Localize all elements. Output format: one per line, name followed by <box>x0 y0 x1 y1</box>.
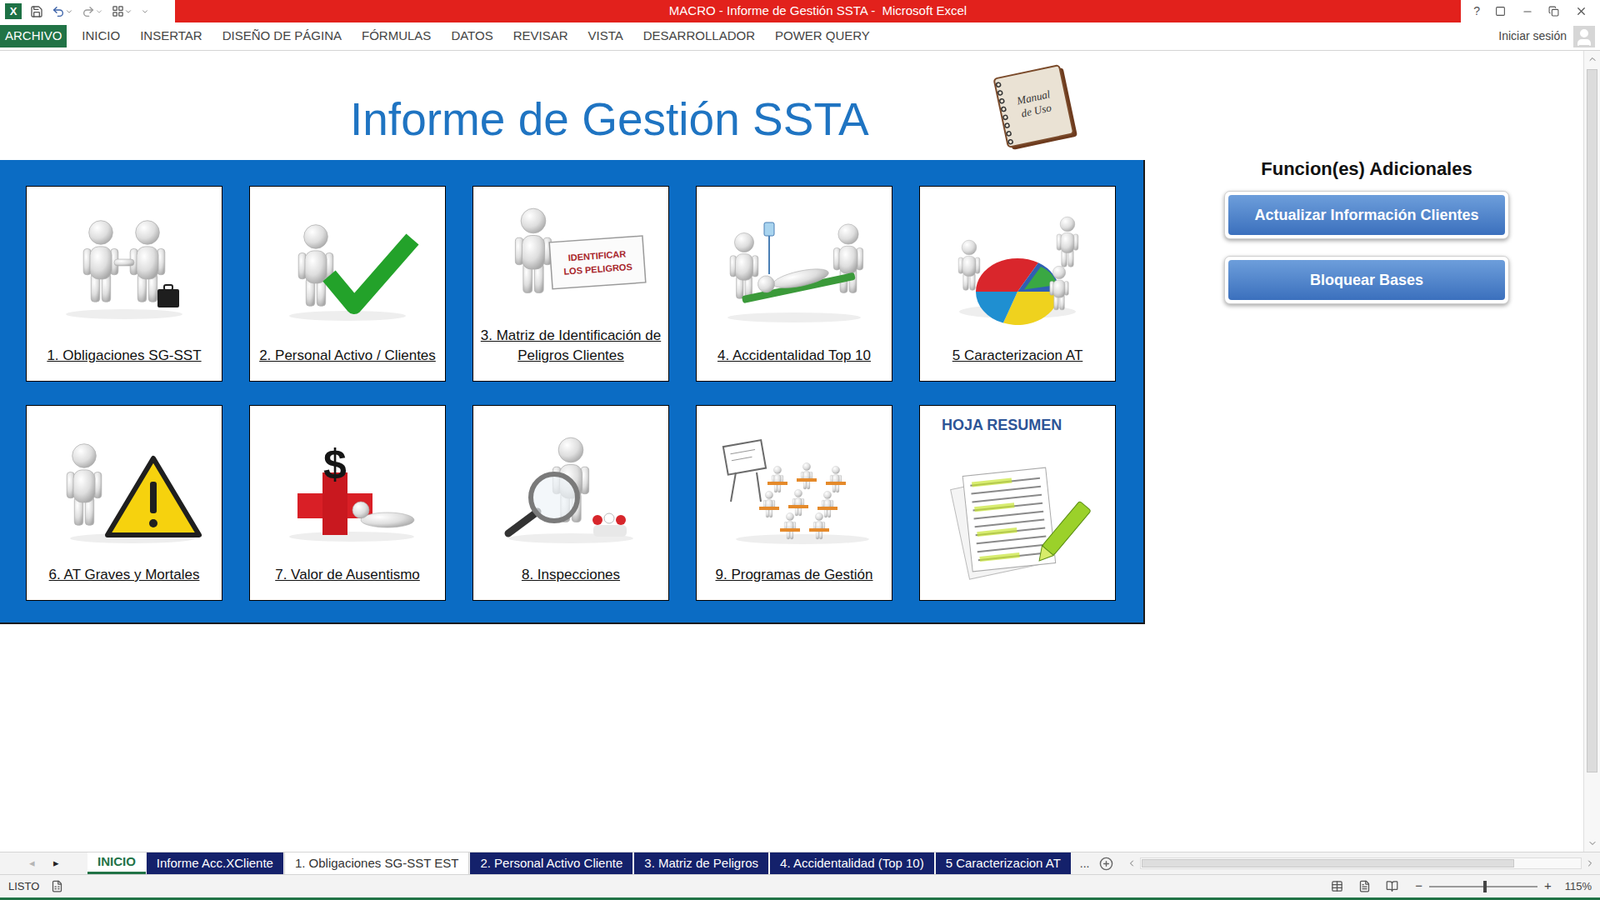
ribbon-tab[interactable]: VISTA <box>578 25 634 48</box>
menu-card[interactable]: 8. Inspecciones <box>472 405 670 601</box>
sheet-tab[interactable]: 1. Obligaciones SG-SST EST <box>284 852 470 875</box>
help-button[interactable]: ? <box>1473 2 1480 20</box>
ribbon-display-icon[interactable] <box>1495 5 1506 17</box>
new-sheet-icon[interactable] <box>1099 856 1114 871</box>
zoom-level[interactable]: 115% <box>1565 878 1592 895</box>
money-icon: $ <box>264 426 431 552</box>
status-text: LISTO <box>8 878 40 895</box>
menu-card[interactable]: 2. Personal Activo / Clientes <box>249 185 446 382</box>
classroom-icon <box>710 426 878 552</box>
ribbon-tab[interactable]: ARCHIVO <box>0 25 67 48</box>
close-icon[interactable] <box>1575 5 1588 18</box>
sheet-tab[interactable]: 2. Personal Activo Cliente <box>469 852 634 875</box>
ribbon-tab[interactable]: DATOS <box>440 25 503 48</box>
sheet-title: Informe de Gestión SSTA <box>350 92 870 146</box>
menu-card[interactable]: $7. Valor de Ausentismo <box>249 405 446 601</box>
svg-text:$: $ <box>323 440 347 488</box>
ribbon-tab[interactable]: DESARROLLADOR <box>633 25 765 48</box>
normal-view-icon[interactable] <box>1330 880 1344 893</box>
card-link[interactable]: 7. Valor de Ausentismo <box>250 565 445 600</box>
card-link[interactable]: 8. Inspecciones <box>473 565 669 600</box>
page-layout-icon[interactable] <box>1358 880 1371 893</box>
ribbon-tab[interactable]: INICIO <box>71 25 130 48</box>
manual-book-icon[interactable]: Manualde Uso <box>985 62 1086 155</box>
menu-card[interactable]: IDENTIFICARLOS PELIGROS3. Matriz de Iden… <box>472 185 670 382</box>
scroll-down-icon[interactable] <box>1587 838 1598 849</box>
scroll-up-icon[interactable] <box>1587 54 1598 65</box>
resumen-icon <box>934 455 1101 580</box>
redo-icon[interactable] <box>81 5 95 19</box>
excel-window: X MACRO - Informe de Gestión SSTA - Micro… <box>0 0 1600 900</box>
menu-card[interactable]: HOJA RESUMEN <box>919 405 1116 601</box>
sheet-tab[interactable]: 4. Accidentalidad (Top 10) <box>769 852 935 875</box>
zoom-slider[interactable] <box>1429 885 1538 888</box>
card-link[interactable]: 4. Accidentalidad Top 10 <box>696 345 892 381</box>
action-button[interactable]: Bloquear Bases <box>1224 255 1510 305</box>
minimize-icon[interactable] <box>1521 5 1534 18</box>
side-heading: Funcion(es) Adicionales <box>1260 157 1472 181</box>
ribbon-tab[interactable]: FÓRMULAS <box>351 25 441 48</box>
ribbon-tab[interactable]: POWER QUERY <box>765 25 880 48</box>
ribbon-tabs: ARCHIVOINICIOINSERTARDISEÑO DE PÁGINAFÓR… <box>0 22 1600 50</box>
card-link[interactable]: 1. Obligaciones SG-SST <box>26 345 222 381</box>
menu-card[interactable]: 5 Caracterizacion AT <box>919 185 1116 382</box>
vertical-scrollbar[interactable] <box>1583 50 1600 852</box>
status-bar: LISTO − +115% <box>0 874 1600 900</box>
zoom-in[interactable]: + <box>1544 876 1552 896</box>
stretcher-icon <box>710 207 878 333</box>
window-title: MACRO - Informe de Gestión SSTA - Micros… <box>175 0 1461 23</box>
sign-in-link[interactable]: Iniciar sesión <box>1498 27 1567 45</box>
macro-record-icon[interactable] <box>50 880 64 893</box>
customize-icon[interactable] <box>140 7 150 16</box>
zoom-out[interactable]: − <box>1415 876 1423 896</box>
svg-text:de Uso: de Uso <box>1020 100 1053 120</box>
card-link[interactable]: 9. Programas de Gestión <box>696 565 892 600</box>
magnifier-icon <box>487 426 655 552</box>
layout-icon[interactable] <box>111 5 125 18</box>
card-header: HOJA RESUMEN <box>920 405 1115 435</box>
action-button[interactable]: Actualizar Información Clientes <box>1224 190 1510 240</box>
menu-panel: 1. Obligaciones SG-SST 2. Personal Activo… <box>0 160 1145 625</box>
menu-card[interactable]: 4. Accidentalidad Top 10 <box>695 185 893 382</box>
side-panel: Funcion(es) Adicionales Actualizar Inform… <box>1224 50 1510 305</box>
manual-button[interactable]: Manualde Uso <box>985 62 1086 155</box>
save-icon[interactable] <box>30 5 44 19</box>
ribbon-tab[interactable]: DISEÑO DE PÁGINA <box>212 25 352 48</box>
horizontal-scrollbar[interactable] <box>1121 852 1600 875</box>
handshake-icon <box>40 207 208 333</box>
menu-card[interactable]: 6. AT Graves y Mortales <box>25 405 223 601</box>
card-link[interactable]: 5 Caracterizacion AT <box>920 345 1115 381</box>
title-bar: X MACRO - Informe de Gestión SSTA - Micro… <box>0 0 1600 23</box>
scroll-thumb[interactable] <box>1586 69 1598 773</box>
sheet-canvas: Informe de Gestión SSTAManualde Uso1. Ob… <box>0 50 1584 852</box>
page-break-icon[interactable] <box>1385 880 1399 893</box>
svg-text:LOS PELIGROS: LOS PELIGROS <box>563 260 633 276</box>
sheet-tab[interactable]: 3. Matriz de Peligros <box>633 852 770 875</box>
ribbon-tab[interactable]: INSERTAR <box>130 25 212 48</box>
ribbon-tab[interactable]: REVISAR <box>503 25 579 48</box>
more-tabs[interactable]: ... <box>1080 855 1090 873</box>
sheet-tab[interactable]: 5 Caracterizacion AT <box>935 852 1072 875</box>
restore-icon[interactable] <box>1548 5 1560 17</box>
undo-icon[interactable] <box>51 5 65 19</box>
sheet-tab[interactable]: Informe Acc.XCliente <box>145 852 285 875</box>
warning-icon <box>40 426 208 552</box>
sign-icon: IDENTIFICARLOS PELIGROS <box>487 197 655 323</box>
card-link[interactable]: 6. AT Graves y Mortales <box>26 565 222 600</box>
card-link[interactable]: 2. Personal Activo / Clientes <box>250 345 445 381</box>
menu-card[interactable]: 9. Programas de Gestión <box>695 405 893 601</box>
check-icon <box>264 207 431 333</box>
excel-icon[interactable]: X <box>5 3 22 20</box>
sheet-tab-bar: ◂ ▸ INICIOInforme Acc.XCliente1. Obligacio… <box>0 851 1600 875</box>
tab-scroll-right[interactable]: ▸ <box>53 855 60 872</box>
tab-scroll-left[interactable]: ◂ <box>29 855 35 872</box>
sheet-tab[interactable]: INICIO <box>87 852 146 875</box>
avatar-icon[interactable] <box>1573 25 1595 48</box>
piechart-icon <box>934 207 1101 333</box>
svg-text:IDENTIFICAR: IDENTIFICAR <box>567 248 626 263</box>
card-link[interactable]: 3. Matriz de Identificación de Peligros … <box>473 325 669 381</box>
menu-card[interactable]: 1. Obligaciones SG-SST <box>25 185 223 382</box>
